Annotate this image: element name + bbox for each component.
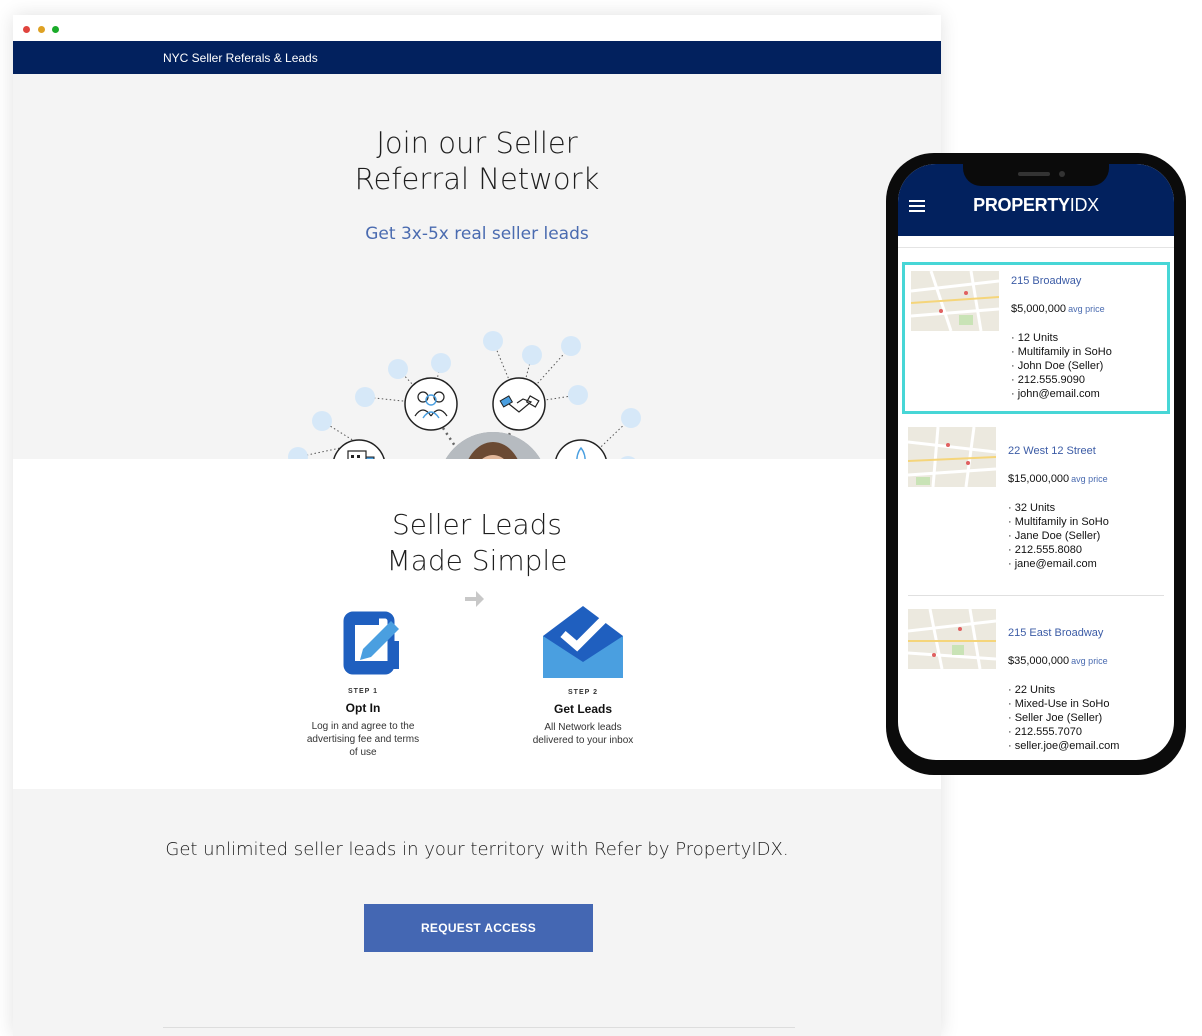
- people-icon: [404, 377, 458, 431]
- document-edit-icon: [343, 611, 399, 675]
- handshake-icon: [492, 377, 546, 431]
- hero-section: Join our Seller Referral Network Get 3x-…: [13, 74, 941, 542]
- phone-notch: [963, 164, 1109, 186]
- phone-mockup: PROPERTYIDX 215 Broadway $5,000,000 avg p…: [886, 153, 1186, 775]
- window-chrome: [13, 15, 941, 41]
- maximize-window-button[interactable]: [52, 26, 59, 33]
- request-access-button[interactable]: REQUEST ACCESS: [364, 904, 593, 952]
- steps-section: Seller Leads Made Simple STEP 1 Opt In L…: [13, 459, 941, 789]
- listing-title[interactable]: 215 East Broadway: [1008, 627, 1103, 639]
- hero-title: Join our Seller Referral Network: [354, 126, 600, 196]
- phone-screen: PROPERTYIDX 215 Broadway $5,000,000 avg p…: [898, 164, 1174, 760]
- listing-card-215-east-broadway[interactable]: 215 East Broadway $35,000,000 avg price ·…: [902, 609, 1170, 759]
- inbox-envelope-icon: [543, 606, 623, 678]
- listing-price: $35,000,000 avg price: [1008, 655, 1108, 667]
- listing-details: · 32 Units · Multifamily in SoHo · Jane …: [1008, 502, 1109, 570]
- step-get-leads: STEP 2 Get Leads All Network leads deliv…: [518, 604, 648, 747]
- browser-window: NYC Seller Referals & Leads Join our Sel…: [13, 15, 941, 1036]
- arrow-right-icon: [465, 591, 484, 607]
- listing-title[interactable]: 22 West 12 Street: [1008, 445, 1096, 457]
- nav-title[interactable]: NYC Seller Referals & Leads: [163, 51, 318, 65]
- listing-divider: [908, 595, 1164, 596]
- listing-title[interactable]: 215 Broadway: [1011, 275, 1081, 287]
- listing-price: $5,000,000 avg price: [1011, 303, 1105, 315]
- listing-map-thumbnail: [908, 427, 996, 487]
- site-navbar: NYC Seller Referals & Leads: [13, 41, 941, 74]
- steps-title: Seller Leads Made Simple: [386, 508, 568, 577]
- close-window-button[interactable]: [23, 26, 30, 33]
- list-top-divider: [898, 247, 1174, 248]
- listing-card-215-broadway[interactable]: 215 Broadway $5,000,000 avg price · 12 Un…: [902, 262, 1170, 414]
- listing-card-22-west-12-street[interactable]: 22 West 12 Street $15,000,000 avg price ·…: [902, 427, 1170, 577]
- step-opt-in: STEP 1 Opt In Log in and agree to the ad…: [298, 609, 428, 759]
- hero-subtitle: Get 3x-5x real seller leads: [365, 224, 589, 244]
- listing-map-thumbnail: [908, 609, 996, 669]
- minimize-window-button[interactable]: [38, 26, 45, 33]
- listing-details: · 12 Units · Multifamily in SoHo · John …: [1011, 332, 1112, 400]
- listing-map-thumbnail: [911, 271, 999, 331]
- listing-details: · 22 Units · Mixed-Use in SoHo · Seller …: [1008, 684, 1120, 752]
- app-logo: PROPERTYIDX: [973, 195, 1099, 215]
- footer-divider: [163, 1027, 795, 1028]
- cta-text: Get unlimited seller leads in your terri…: [165, 839, 789, 860]
- listing-price: $15,000,000 avg price: [1008, 473, 1108, 485]
